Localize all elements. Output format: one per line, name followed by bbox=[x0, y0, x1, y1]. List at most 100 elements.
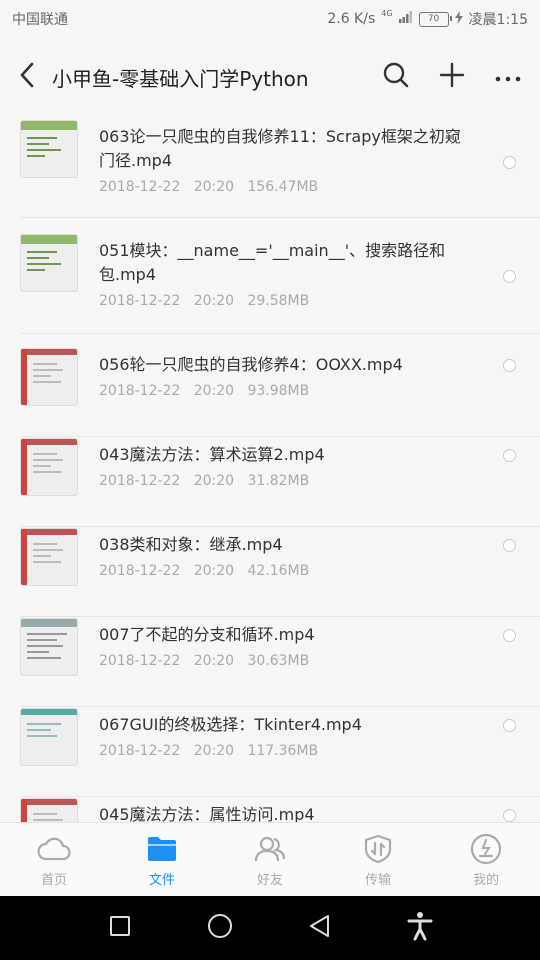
battery-level: 70 bbox=[427, 14, 440, 24]
file-row[interactable]: 043魔法方法：算术运算2.mp4 2018-12-22 20:20 31.82M… bbox=[0, 436, 540, 527]
file-date: 2018-12-22 bbox=[99, 473, 181, 489]
file-meta: 2018-12-22 20:20 93.98MB bbox=[99, 383, 309, 399]
tab-transfer[interactable]: 传输 bbox=[324, 823, 432, 897]
video-thumbnail bbox=[21, 235, 77, 291]
tab-label: 首页 bbox=[40, 873, 67, 888]
status-bar: 中国联通 2.6 K/s 4G 70 凌晨1:15 bbox=[0, 0, 540, 38]
file-size: 42.16MB bbox=[247, 563, 310, 579]
file-meta: 2018-12-22 20:20 117.36MB bbox=[99, 743, 318, 759]
plus-icon bbox=[439, 62, 465, 92]
file-time: 20:20 bbox=[193, 293, 235, 309]
add-button[interactable] bbox=[434, 59, 470, 95]
file-time: 20:20 bbox=[193, 653, 235, 669]
transfer-icon bbox=[363, 833, 393, 865]
file-name: 056轮一只爬虫的自我修养4：OOXX.mp4 bbox=[99, 355, 403, 374]
row-divider bbox=[21, 333, 540, 334]
more-button[interactable] bbox=[490, 59, 526, 95]
row-divider bbox=[21, 217, 540, 218]
file-row[interactable]: 051模块：__name__='__main__'、搜索路径和包.mp4 2018… bbox=[0, 232, 540, 334]
bottom-tab-bar: 首页 文件 好友 传输 我的 bbox=[0, 822, 540, 897]
back-nav-button[interactable] bbox=[300, 908, 340, 948]
file-row[interactable]: 063论一只爬虫的自我修养11：Scrapy框架之初窥门径.mp4 2018-12… bbox=[0, 116, 540, 218]
signal-type: 4G bbox=[381, 8, 393, 18]
select-radio[interactable] bbox=[503, 359, 516, 372]
header-actions bbox=[378, 59, 526, 95]
file-list[interactable]: 063论一只爬虫的自我修养11：Scrapy框架之初窥门径.mp4 2018-12… bbox=[0, 116, 540, 822]
video-thumbnail bbox=[21, 349, 77, 405]
file-time: 20:20 bbox=[193, 743, 235, 759]
video-thumbnail bbox=[21, 529, 77, 585]
select-radio[interactable] bbox=[503, 539, 516, 552]
video-thumbnail bbox=[21, 799, 77, 822]
file-name: 045魔法方法：属性访问.mp4 bbox=[99, 805, 315, 822]
file-size: 93.98MB bbox=[247, 383, 310, 399]
tab-home[interactable]: 首页 bbox=[0, 823, 108, 897]
file-name: 043魔法方法：算术运算2.mp4 bbox=[99, 445, 325, 464]
accessibility-button[interactable] bbox=[400, 908, 440, 948]
network-speed: 2.6 K/s bbox=[327, 11, 376, 27]
cloud-icon bbox=[37, 833, 71, 865]
file-name: 007了不起的分支和循环.mp4 bbox=[99, 625, 315, 644]
tab-label: 好友 bbox=[256, 873, 283, 888]
file-meta: 2018-12-22 20:20 31.82MB bbox=[99, 473, 309, 489]
carrier-label: 中国联通 bbox=[12, 12, 68, 28]
file-time: 20:20 bbox=[193, 473, 235, 489]
file-name: 051模块：__name__='__main__'、搜索路径和包.mp4 bbox=[99, 241, 446, 284]
signal-bars-icon bbox=[398, 11, 413, 27]
recent-apps-button[interactable] bbox=[100, 908, 140, 948]
battery-icon: 70 bbox=[418, 11, 452, 27]
search-icon bbox=[382, 61, 410, 93]
file-row[interactable]: 067GUI的终极选择：Tkinter4.mp4 2018-12-22 20:20… bbox=[0, 706, 540, 797]
file-row[interactable]: 038类和对象：继承.mp4 2018-12-22 20:20 42.16MB bbox=[0, 526, 540, 617]
file-size: 117.36MB bbox=[247, 743, 319, 759]
file-meta: 2018-12-22 20:20 30.63MB bbox=[99, 653, 309, 669]
file-name: 063论一只爬虫的自我修养11：Scrapy框架之初窥门径.mp4 bbox=[99, 127, 461, 170]
file-date: 2018-12-22 bbox=[99, 293, 181, 309]
search-button[interactable] bbox=[378, 59, 414, 95]
tab-files[interactable]: 文件 bbox=[108, 823, 216, 897]
page-title: 小甲鱼-零基础入门学Python bbox=[52, 66, 309, 91]
select-radio[interactable] bbox=[503, 449, 516, 462]
video-thumbnail bbox=[21, 439, 77, 495]
file-time: 20:20 bbox=[193, 179, 235, 195]
file-time: 20:20 bbox=[193, 563, 235, 579]
clock: 凌晨1:15 bbox=[468, 12, 528, 28]
folder-icon bbox=[146, 833, 178, 865]
file-name: 038类和对象：继承.mp4 bbox=[99, 535, 283, 554]
app-header: 小甲鱼-零基础入门学Python bbox=[0, 38, 540, 116]
select-radio[interactable] bbox=[503, 809, 516, 822]
file-date: 2018-12-22 bbox=[99, 179, 181, 195]
tab-friends[interactable]: 好友 bbox=[216, 823, 324, 897]
status-indicators: 2.6 K/s 4G 70 凌晨1:15 bbox=[327, 9, 528, 29]
file-date: 2018-12-22 bbox=[99, 383, 181, 399]
triangle-back-icon bbox=[308, 914, 332, 942]
file-row[interactable]: 007了不起的分支和循环.mp4 2018-12-22 20:20 30.63MB bbox=[0, 616, 540, 707]
file-row[interactable]: 045魔法方法：属性访问.mp4 bbox=[0, 796, 540, 822]
select-radio[interactable] bbox=[503, 270, 516, 283]
video-thumbnail bbox=[21, 709, 77, 765]
select-radio[interactable] bbox=[503, 156, 516, 169]
file-date: 2018-12-22 bbox=[99, 653, 181, 669]
file-size: 156.47MB bbox=[247, 179, 319, 195]
file-meta: 2018-12-22 20:20 42.16MB bbox=[99, 563, 309, 579]
charging-icon bbox=[454, 10, 463, 28]
accessibility-icon bbox=[407, 911, 433, 945]
file-name: 067GUI的终极选择：Tkinter4.mp4 bbox=[99, 715, 362, 734]
friends-icon bbox=[253, 833, 287, 865]
file-meta: 2018-12-22 20:20 156.47MB bbox=[99, 179, 318, 195]
file-size: 29.58MB bbox=[247, 293, 310, 309]
file-date: 2018-12-22 bbox=[99, 563, 181, 579]
home-button[interactable] bbox=[200, 908, 240, 948]
file-row[interactable]: 056轮一只爬虫的自我修养4：OOXX.mp4 2018-12-22 20:20 … bbox=[0, 346, 540, 437]
select-radio[interactable] bbox=[503, 629, 516, 642]
tab-label: 我的 bbox=[472, 873, 499, 888]
video-thumbnail bbox=[21, 619, 77, 675]
system-nav-bar bbox=[0, 896, 540, 960]
tab-me[interactable]: 我的 bbox=[432, 823, 540, 897]
back-button[interactable] bbox=[12, 57, 42, 97]
file-size: 30.63MB bbox=[247, 653, 310, 669]
tab-label: 传输 bbox=[364, 873, 391, 888]
file-size: 31.82MB bbox=[247, 473, 310, 489]
chevron-left-icon bbox=[19, 62, 35, 92]
select-radio[interactable] bbox=[503, 719, 516, 732]
